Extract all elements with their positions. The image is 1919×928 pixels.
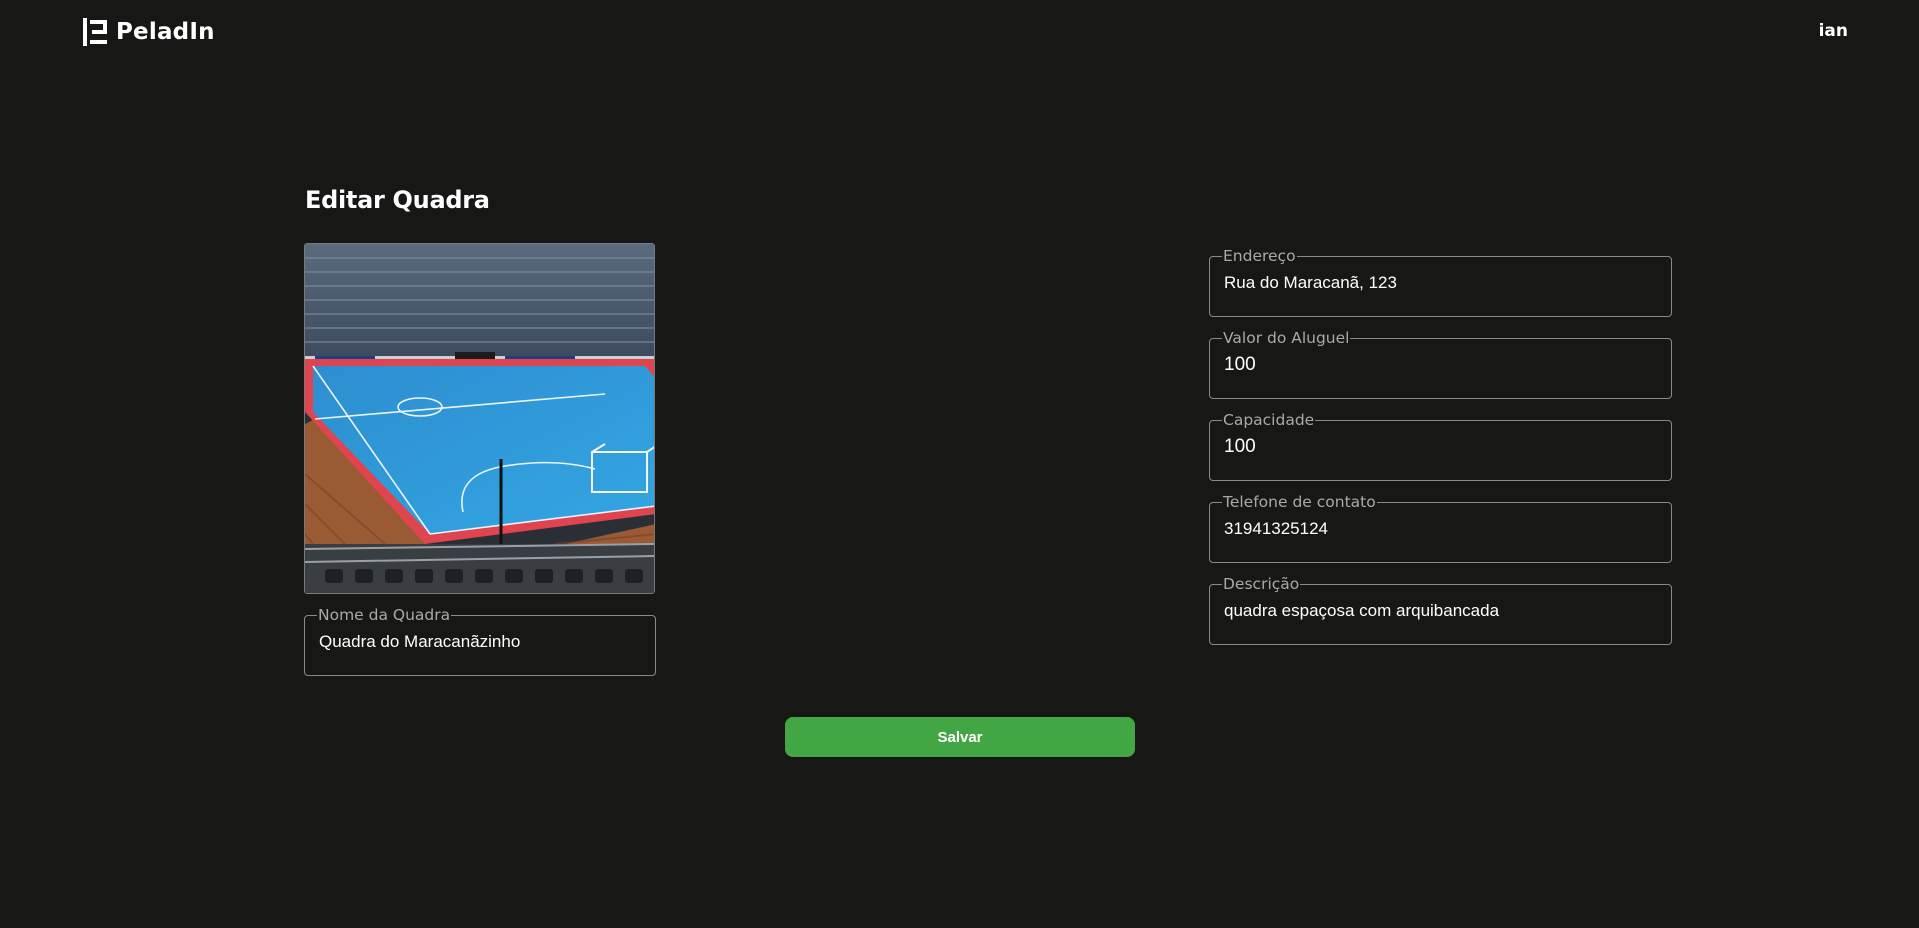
court-name-field: Nome da Quadra	[304, 606, 656, 676]
court-photo[interactable]	[304, 243, 655, 594]
rent-value-label: Valor do Aluguel	[1223, 329, 1350, 347]
address-label: Endereço	[1223, 247, 1296, 265]
rent-value-input[interactable]	[1224, 352, 1657, 378]
top-bar: PeladIn ian	[0, 0, 1919, 64]
peladin-logo-icon	[83, 18, 107, 46]
page-title: Editar Quadra	[305, 186, 490, 214]
phone-label: Telefone de contato	[1223, 493, 1376, 511]
save-button[interactable]: Salvar	[785, 717, 1135, 757]
description-label: Descrição	[1223, 575, 1300, 593]
phone-field: Telefone de contato	[1209, 493, 1672, 563]
address-input[interactable]	[1224, 270, 1657, 296]
capacity-input[interactable]	[1224, 434, 1657, 460]
address-field: Endereço	[1209, 247, 1672, 317]
capacity-field: Capacidade	[1209, 411, 1672, 481]
court-photo-image	[305, 244, 654, 593]
user-menu[interactable]: ian	[1819, 21, 1848, 41]
capacity-label: Capacidade	[1223, 411, 1315, 429]
rent-value-field: Valor do Aluguel	[1209, 329, 1672, 399]
phone-input[interactable]	[1224, 516, 1657, 542]
brand-name: PeladIn	[116, 19, 215, 45]
description-field: Descrição	[1209, 575, 1672, 645]
court-name-input[interactable]	[319, 629, 641, 655]
brand-logo[interactable]: PeladIn	[83, 18, 215, 46]
description-input[interactable]	[1224, 598, 1657, 624]
court-name-label: Nome da Quadra	[318, 606, 451, 624]
